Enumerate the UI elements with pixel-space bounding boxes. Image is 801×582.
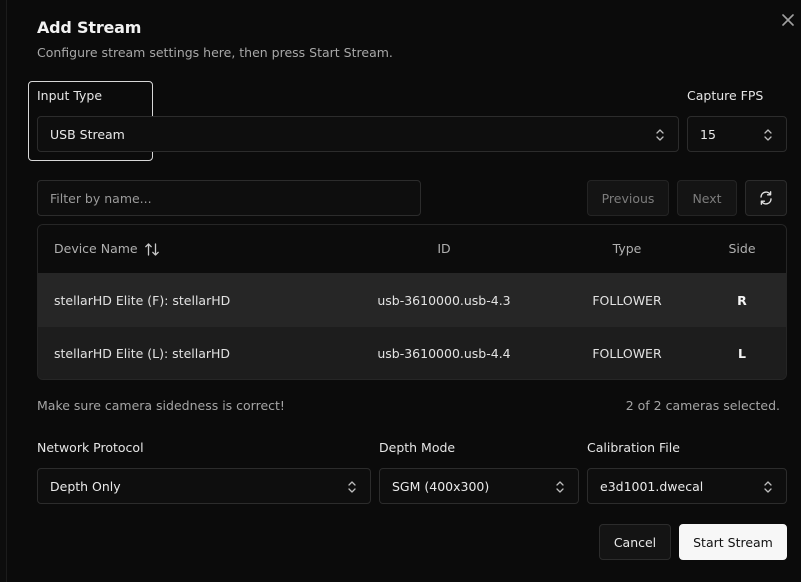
depth-mode-label: Depth Mode	[379, 440, 456, 455]
chevron-up-down-icon	[656, 129, 664, 141]
device-name-cell: stellarHD Elite (F): stellarHD	[54, 293, 231, 308]
add-stream-dialog: Add Stream Configure stream settings her…	[6, 0, 801, 582]
device-name-cell: stellarHD Elite (L): stellarHD	[54, 346, 231, 361]
dialog-title: Add Stream	[37, 18, 142, 37]
sort-icon[interactable]	[144, 242, 160, 257]
input-type-value: USB Stream	[50, 126, 125, 142]
close-icon[interactable]	[779, 11, 797, 29]
selection-count: 2 of 2 cameras selected.	[625, 398, 780, 413]
capture-fps-select[interactable]: 15	[687, 116, 787, 152]
devices-table: Device Name ID Type Side stellarHD Elite…	[37, 224, 787, 380]
device-id-cell: usb-3610000.usb-4.3	[377, 293, 511, 308]
chevron-up-down-icon	[764, 129, 772, 141]
table-header: Device Name ID Type Side	[38, 225, 786, 274]
network-protocol-label: Network Protocol	[37, 440, 144, 455]
capture-fps-value: 15	[700, 126, 716, 142]
filter-input[interactable]	[37, 180, 421, 216]
calibration-file-value: e3d1001.dwecal	[600, 478, 704, 494]
refresh-button[interactable]	[745, 180, 787, 216]
chevron-up-down-icon	[764, 481, 772, 493]
input-type-select[interactable]: USB Stream	[37, 116, 679, 152]
column-header-type: Type	[612, 241, 642, 256]
device-type-cell: FOLLOWER	[592, 293, 662, 308]
dialog-subtitle: Configure stream settings here, then pre…	[37, 45, 393, 60]
column-header-id: ID	[437, 241, 451, 256]
refresh-icon	[760, 191, 772, 205]
column-header-device-name[interactable]: Device Name	[54, 241, 138, 256]
input-type-label: Input Type	[37, 88, 103, 103]
chevron-up-down-icon	[348, 481, 356, 493]
sidedness-note: Make sure camera sidedness is correct!	[37, 398, 285, 413]
column-header-side: Side	[728, 241, 756, 256]
table-row[interactable]: stellarHD Elite (F): stellarHD usb-36100…	[38, 274, 786, 327]
calibration-file-select[interactable]: e3d1001.dwecal	[587, 468, 787, 504]
depth-mode-select[interactable]: SGM (400x300)	[379, 468, 579, 504]
calibration-file-label: Calibration File	[587, 440, 680, 455]
previous-button[interactable]: Previous	[587, 180, 669, 216]
device-side-cell: L	[738, 346, 746, 361]
network-protocol-value: Depth Only	[50, 478, 121, 494]
device-side-cell: R	[737, 293, 747, 308]
cancel-button[interactable]: Cancel	[599, 524, 671, 560]
device-type-cell: FOLLOWER	[592, 346, 662, 361]
start-stream-button[interactable]: Start Stream	[679, 524, 787, 560]
table-row[interactable]: stellarHD Elite (L): stellarHD usb-36100…	[38, 327, 786, 379]
depth-mode-value: SGM (400x300)	[392, 478, 490, 494]
capture-fps-label: Capture FPS	[687, 88, 764, 103]
next-button[interactable]: Next	[677, 180, 737, 216]
network-protocol-select[interactable]: Depth Only	[37, 468, 371, 504]
chevron-up-down-icon	[556, 481, 564, 493]
device-id-cell: usb-3610000.usb-4.4	[377, 346, 511, 361]
